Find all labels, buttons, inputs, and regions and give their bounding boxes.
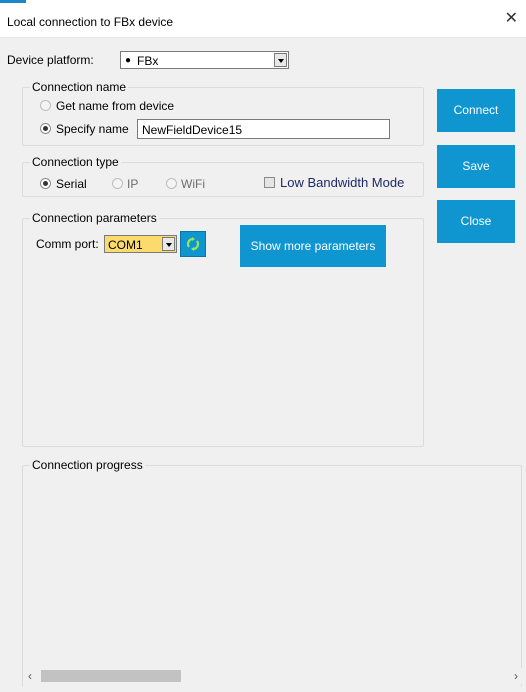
radio-serial[interactable] [40,178,51,189]
radio-ip-label: IP [127,177,139,191]
scrollbar-thumb[interactable] [41,670,181,682]
device-icon: ● [125,55,132,66]
low-bandwidth-checkbox[interactable] [264,177,275,188]
connect-button[interactable]: Connect [437,89,515,132]
platform-label: Device platform: [7,53,94,67]
scroll-right-icon[interactable]: › [514,669,518,683]
radio-specify-name-label: Specify name [56,122,129,136]
connection-progress-legend: Connection progress [30,458,145,472]
radio-specify-name[interactable] [40,123,51,134]
connection-type-legend: Connection type [30,155,121,169]
platform-select[interactable]: ● FBx [120,51,289,69]
show-more-parameters-button[interactable]: Show more parameters [240,225,386,267]
radio-serial-label: Serial [56,177,87,191]
comm-port-select[interactable]: COM1 [104,235,177,253]
device-name-field[interactable]: NewFieldDevice15 [137,119,390,139]
radio-name-from-device[interactable] [40,100,51,111]
radio-ip[interactable] [112,178,123,189]
connection-name-legend: Connection name [30,80,129,94]
radio-wifi-label: WiFi [181,177,205,191]
device-name-value: NewFieldDevice15 [142,123,243,137]
platform-select-value: FBx [137,54,159,68]
connection-progress-group: Connection progress [22,458,522,687]
title-bar[interactable]: Local connection to FBx device ✕ [0,3,526,38]
refresh-icon [186,237,200,251]
radio-wifi[interactable] [166,178,177,189]
chevron-down-icon[interactable] [274,53,287,67]
comm-port-label: Comm port: [36,237,99,251]
radio-name-from-device-label: Get name from device [56,99,175,113]
window-title: Local connection to FBx device [7,15,174,29]
close-icon[interactable]: ✕ [505,11,518,27]
close-button[interactable]: Close [437,200,515,243]
chevron-down-icon[interactable] [162,237,175,251]
horizontal-scrollbar[interactable]: ‹ › [24,668,524,684]
low-bandwidth-label: Low Bandwidth Mode [280,175,405,190]
save-button[interactable]: Save [437,145,515,188]
comm-port-value: COM1 [108,238,143,252]
scroll-left-icon[interactable]: ‹ [28,669,32,683]
refresh-ports-button[interactable] [180,231,206,257]
connection-parameters-legend: Connection parameters [30,211,159,225]
